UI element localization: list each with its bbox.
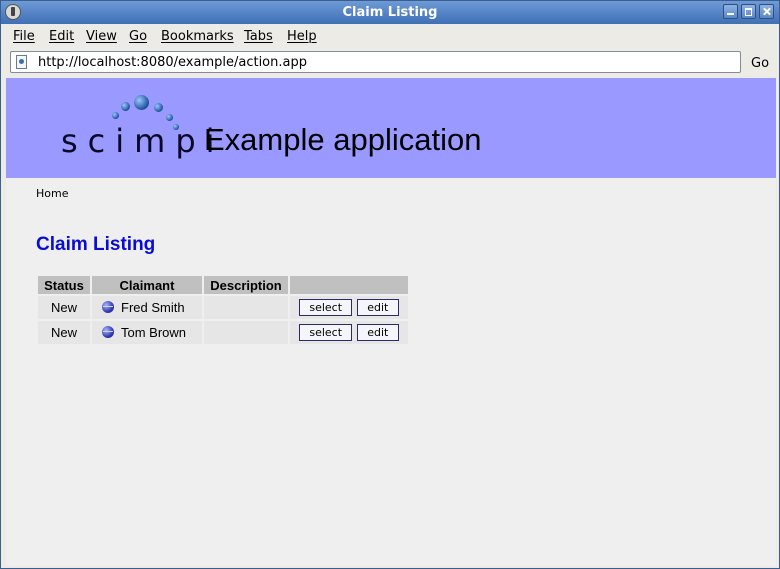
minimize-button[interactable]	[723, 4, 738, 19]
status-cell: New	[38, 321, 90, 344]
actions-cell: select edit	[290, 321, 408, 344]
breadcrumb-home[interactable]: Home	[36, 187, 68, 200]
close-button[interactable]	[759, 4, 774, 19]
page-icon	[16, 55, 27, 69]
menu-file[interactable]: File	[13, 29, 35, 44]
table-row: New Fred Smith select edit	[38, 296, 408, 319]
address-bar[interactable]: http://localhost:8080/example/action.app	[10, 51, 741, 73]
column-header-actions	[290, 276, 408, 294]
header-banner: scimpi Example application	[6, 78, 776, 178]
column-header-description: Description	[204, 276, 288, 294]
claimant-name: Tom Brown	[121, 325, 187, 340]
claimant-cell: Tom Brown	[92, 321, 202, 344]
claimant-cell: Fred Smith	[92, 296, 202, 319]
menu-bookmarks[interactable]: Bookmarks	[161, 29, 234, 44]
description-cell	[204, 321, 288, 344]
logo-dot-icon	[134, 95, 149, 110]
page-content: scimpi Example application Home Claim Li…	[6, 78, 776, 566]
go-button[interactable]: Go	[751, 56, 769, 71]
menu-tabs[interactable]: Tabs	[244, 29, 273, 44]
claimant-name: Fred Smith	[121, 300, 185, 315]
column-header-status: Status	[38, 276, 90, 294]
select-button[interactable]: select	[299, 299, 353, 316]
navigation-toolbar: http://localhost:8080/example/action.app…	[1, 48, 779, 77]
status-cell: New	[38, 296, 90, 319]
logo-dot-icon	[121, 102, 130, 111]
menu-edit[interactable]: Edit	[49, 29, 74, 44]
address-text[interactable]: http://localhost:8080/example/action.app	[38, 55, 307, 70]
menu-bar: File Edit View Go Bookmarks Tabs Help	[1, 25, 779, 47]
globe-icon	[102, 326, 114, 338]
description-cell	[204, 296, 288, 319]
select-button[interactable]: select	[299, 324, 353, 341]
claims-table: Status Claimant Description New Fred Smi…	[36, 274, 410, 346]
table-header-row: Status Claimant Description	[38, 276, 408, 294]
title-bar: Claim Listing	[1, 1, 779, 24]
column-header-claimant: Claimant	[92, 276, 202, 294]
actions-cell: select edit	[290, 296, 408, 319]
edit-button[interactable]: edit	[356, 324, 399, 341]
logo-dot-icon	[154, 103, 163, 112]
edit-button[interactable]: edit	[356, 299, 399, 316]
logo-dot-icon	[112, 112, 119, 119]
browser-window: Claim Listing File Edit View Go Bookmark…	[0, 0, 780, 569]
menu-help[interactable]: Help	[287, 29, 317, 44]
app-title: Example application	[204, 122, 482, 157]
menu-go[interactable]: Go	[129, 29, 147, 44]
logo-text: scimpi	[61, 122, 225, 160]
maximize-button[interactable]	[741, 4, 756, 19]
logo-dot-icon	[166, 114, 173, 121]
table-row: New Tom Brown select edit	[38, 321, 408, 344]
window-title: Claim Listing	[342, 5, 438, 20]
globe-icon	[102, 301, 114, 313]
menu-view[interactable]: View	[86, 29, 117, 44]
page-title: Claim Listing	[36, 234, 156, 255]
